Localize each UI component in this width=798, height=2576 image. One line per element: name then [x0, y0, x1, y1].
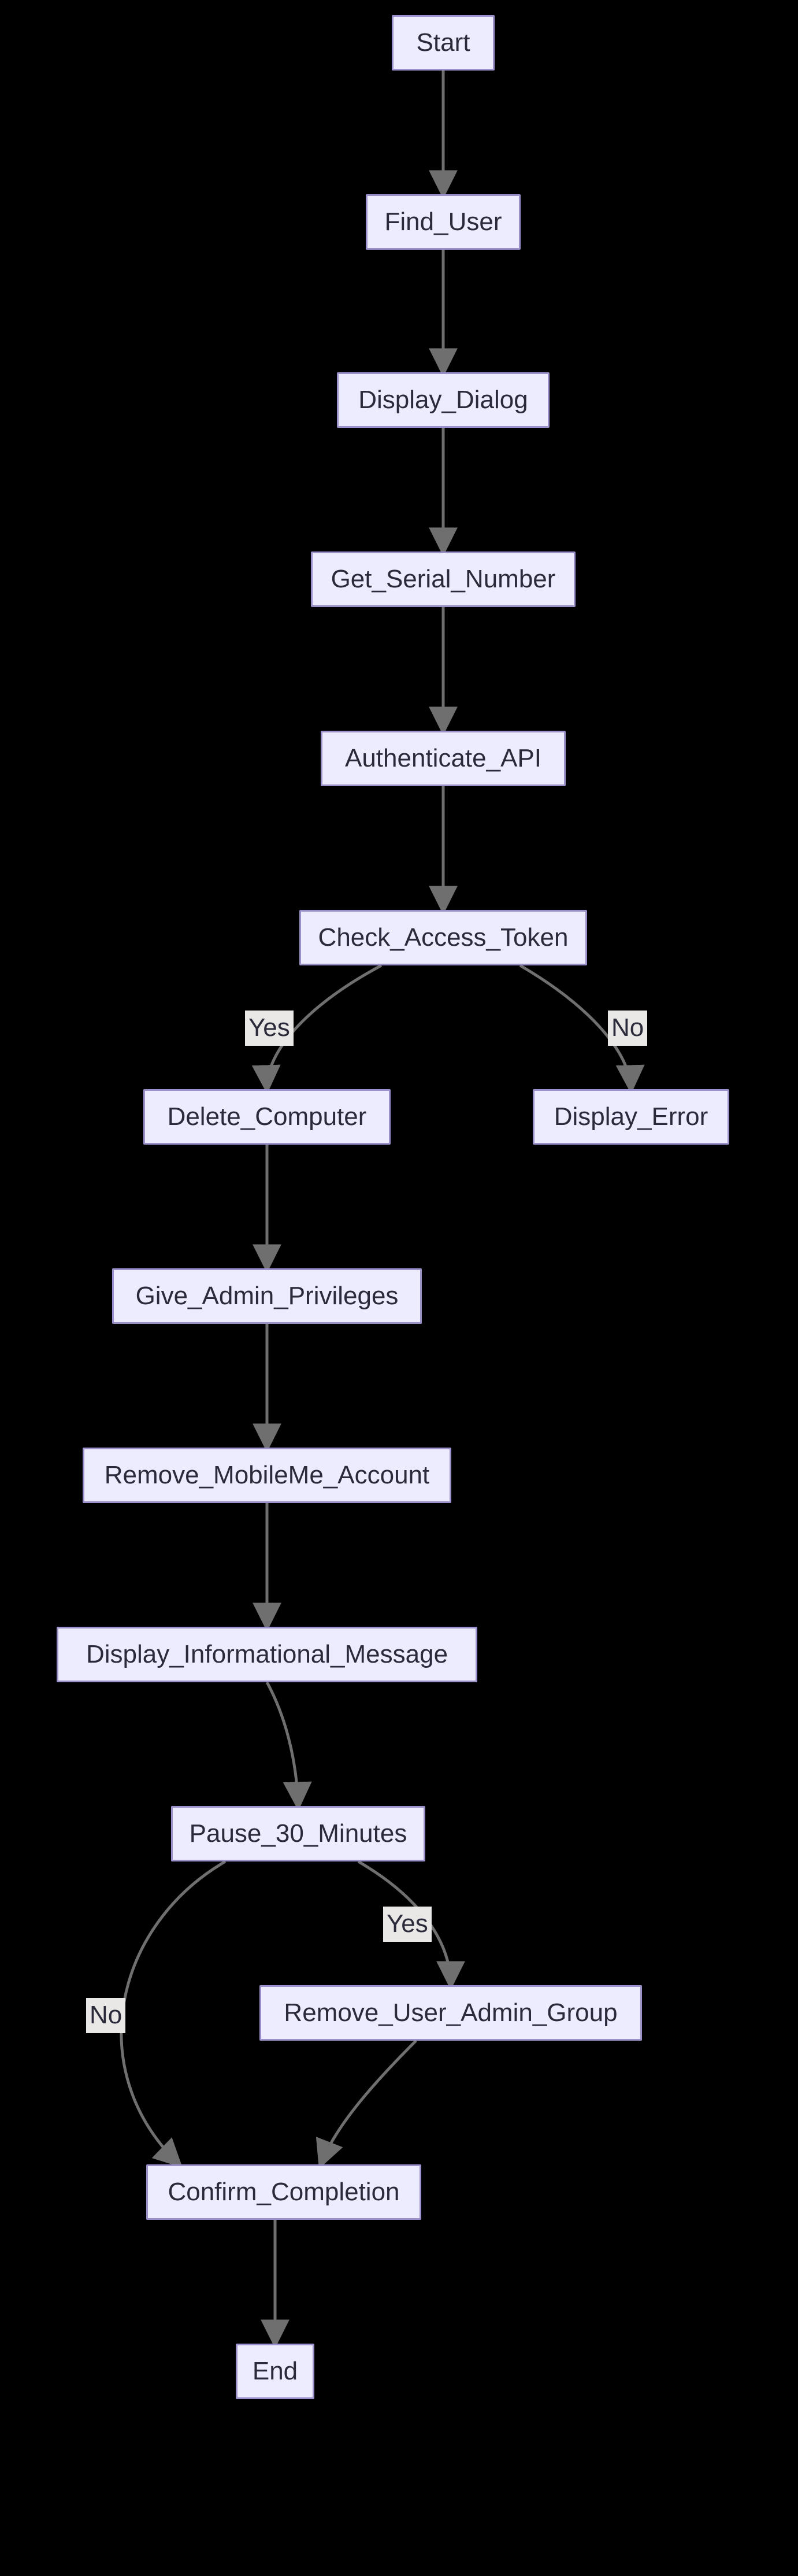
node-start: Start	[392, 15, 495, 71]
node-pause-30-minutes: Pause_30_Minutes	[171, 1806, 425, 1861]
node-label: Display_Error	[554, 1102, 708, 1132]
node-check-access-token: Check_Access_Token	[299, 910, 587, 965]
node-give-admin-privileges: Give_Admin_Privileges	[112, 1268, 422, 1324]
node-label: Remove_MobileMe_Account	[105, 1460, 430, 1491]
edge-label-no: No	[86, 1998, 125, 2033]
node-label: Display_Dialog	[358, 385, 528, 416]
node-get-serial-number: Get_Serial_Number	[311, 552, 576, 607]
node-label: Get_Serial_Number	[331, 564, 556, 595]
edge-label-no: No	[608, 1011, 647, 1046]
node-label: Delete_Computer	[168, 1102, 367, 1132]
edge-label-yes: Yes	[245, 1011, 294, 1046]
node-label: Pause_30_Minutes	[190, 1819, 407, 1849]
node-label: Confirm_Completion	[168, 2177, 399, 2208]
node-label: End	[253, 2356, 298, 2387]
node-confirm-completion: Confirm_Completion	[146, 2164, 421, 2220]
node-label: Start	[417, 28, 470, 58]
node-display-error: Display_Error	[533, 1089, 729, 1145]
node-label: Authenticate_API	[345, 743, 541, 774]
node-label: Find_User	[385, 207, 502, 238]
node-label: Check_Access_Token	[318, 923, 569, 953]
node-display-dialog: Display_Dialog	[337, 372, 550, 428]
node-end: End	[236, 2344, 314, 2399]
edge-label-yes: Yes	[383, 1907, 432, 1942]
node-remove-user-admin-group: Remove_User_Admin_Group	[259, 1985, 642, 2041]
node-remove-mobileme-account: Remove_MobileMe_Account	[83, 1448, 451, 1503]
node-label: Remove_User_Admin_Group	[284, 1998, 617, 2029]
node-delete-computer: Delete_Computer	[143, 1089, 391, 1145]
flowchart-canvas: Start Find_User Display_Dialog Get_Seria…	[0, 0, 798, 2576]
node-find-user: Find_User	[366, 194, 521, 250]
node-authenticate-api: Authenticate_API	[321, 731, 566, 786]
node-label: Give_Admin_Privileges	[136, 1281, 399, 1312]
node-display-informational-message: Display_Informational_Message	[57, 1627, 477, 1682]
node-label: Display_Informational_Message	[86, 1639, 448, 1670]
